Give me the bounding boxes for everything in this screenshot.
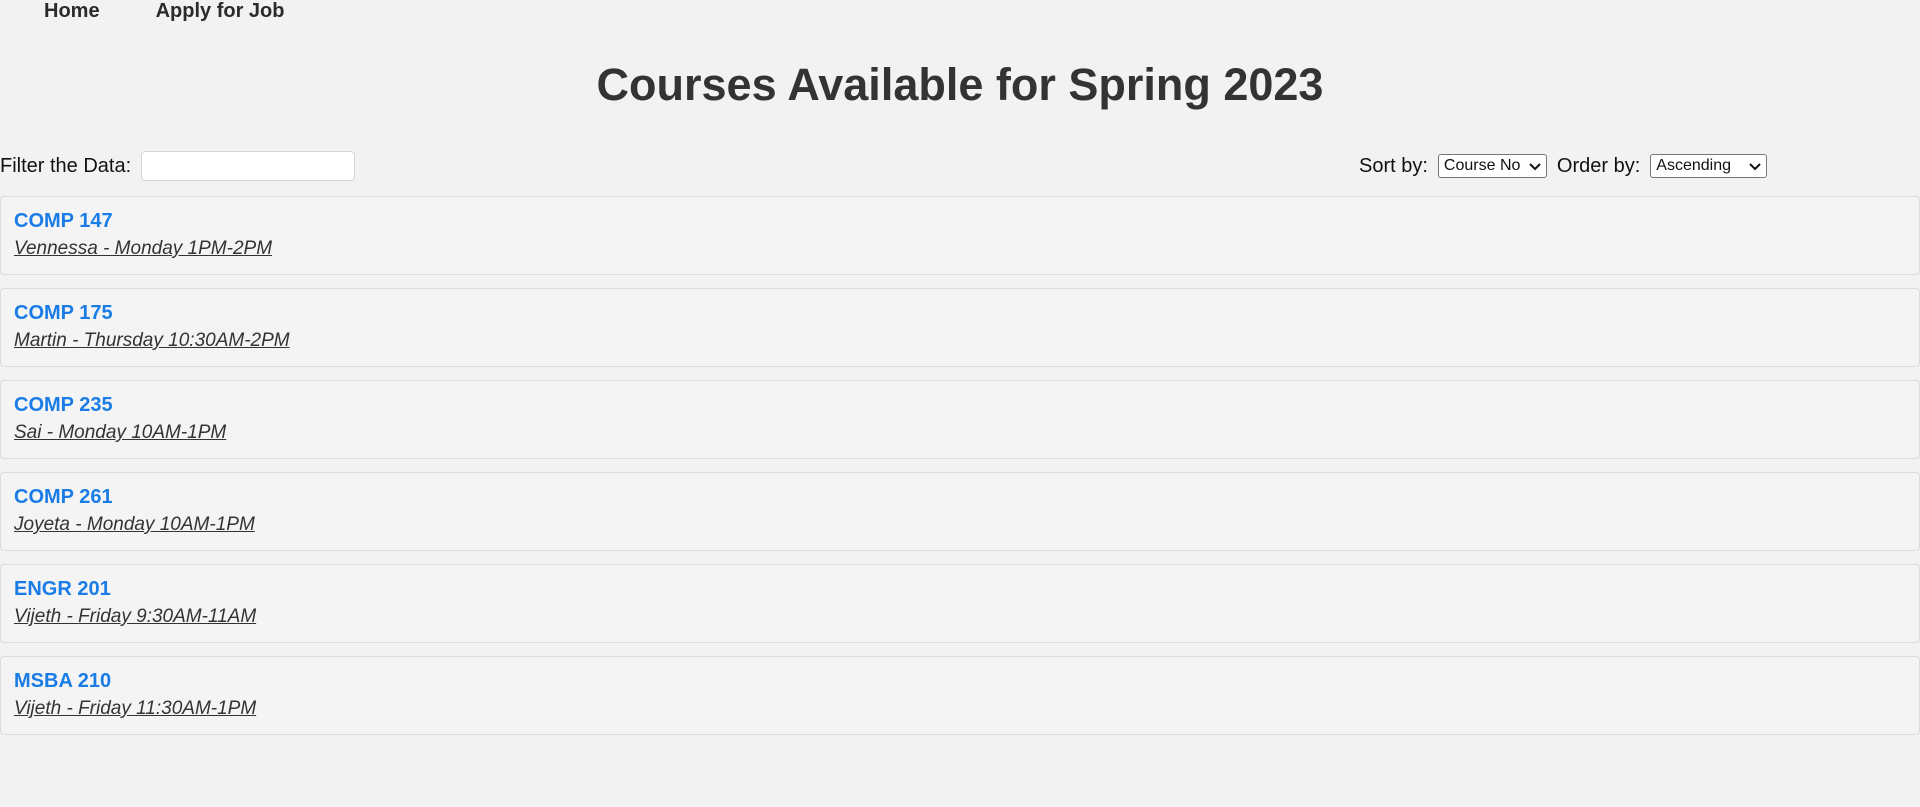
course-card[interactable]: COMP 261 Joyeta - Monday 10AM-1PM — [0, 472, 1920, 551]
course-code[interactable]: COMP 235 — [14, 393, 1906, 417]
filter-group: Filter the Data: — [0, 148, 356, 184]
sort-label: Sort by: — [1359, 154, 1428, 177]
nav-link-apply-for-job[interactable]: Apply for Job — [156, 0, 285, 22]
course-card[interactable]: MSBA 210 Vijeth - Friday 11:30AM-1PM — [0, 656, 1920, 735]
nav-link-home[interactable]: Home — [44, 0, 100, 22]
course-card[interactable]: COMP 175 Martin - Thursday 10:30AM-2PM — [0, 288, 1920, 367]
sort-select-value: Course No — [1443, 157, 1521, 174]
top-nav: Home Apply for Job — [44, 0, 340, 24]
chevron-down-icon — [1529, 163, 1541, 171]
filter-label: Filter the Data: — [0, 154, 132, 177]
course-instructor-schedule[interactable]: Vijeth - Friday 11:30AM-1PM — [14, 697, 1906, 721]
course-instructor-schedule[interactable]: Joyeta - Monday 10AM-1PM — [14, 513, 1906, 537]
sort-group: Sort by: Course No Order by: Ascending — [1359, 148, 1768, 184]
course-list: COMP 147 Vennessa - Monday 1PM-2PM COMP … — [0, 196, 1920, 748]
course-code[interactable]: COMP 147 — [14, 209, 1906, 233]
course-instructor-schedule[interactable]: Vennessa - Monday 1PM-2PM — [14, 237, 1906, 261]
course-card[interactable]: ENGR 201 Vijeth - Friday 9:30AM-11AM — [0, 564, 1920, 643]
course-code[interactable]: ENGR 201 — [14, 577, 1906, 601]
course-card[interactable]: COMP 147 Vennessa - Monday 1PM-2PM — [0, 196, 1920, 275]
order-select-value: Ascending — [1656, 157, 1731, 174]
course-instructor-schedule[interactable]: Vijeth - Friday 9:30AM-11AM — [14, 605, 1906, 629]
sort-select[interactable]: Course No — [1437, 154, 1547, 178]
course-card[interactable]: COMP 235 Sai - Monday 10AM-1PM — [0, 380, 1920, 459]
filter-input[interactable] — [141, 151, 356, 181]
course-code[interactable]: COMP 175 — [14, 301, 1906, 325]
controls-bar: Filter the Data: Sort by: Course No Orde… — [0, 148, 1920, 184]
course-code[interactable]: COMP 261 — [14, 485, 1906, 509]
course-instructor-schedule[interactable]: Martin - Thursday 10:30AM-2PM — [14, 329, 1906, 353]
order-label: Order by: — [1556, 154, 1641, 177]
order-select[interactable]: Ascending — [1650, 154, 1768, 178]
course-instructor-schedule[interactable]: Sai - Monday 10AM-1PM — [14, 421, 1906, 445]
chevron-down-icon — [1749, 163, 1761, 171]
page-title: Courses Available for Spring 2023 — [596, 59, 1324, 110]
course-code[interactable]: MSBA 210 — [14, 669, 1906, 693]
